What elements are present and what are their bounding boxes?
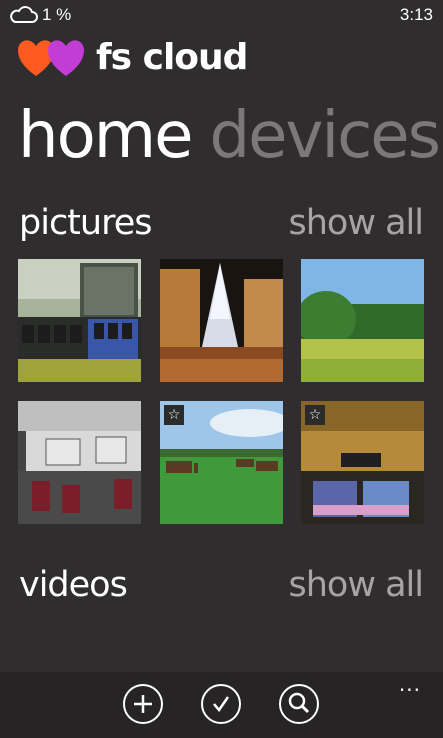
select-button[interactable] [201,684,241,724]
favorite-star-icon: ☆ [305,405,325,425]
pictures-show-all-link[interactable]: show all [289,203,424,243]
favorite-star-icon: ☆ [164,405,184,425]
picture-tile-computer-lab[interactable] [18,401,141,524]
add-button[interactable] [123,684,163,724]
pivot-item-home[interactable]: home [18,99,193,173]
search-button[interactable] [279,684,319,724]
status-bar: 1 % 3:13 [0,0,443,30]
picture-tile-on-air-studio[interactable]: ☆ [301,401,424,524]
cloud-icon [10,6,38,23]
hearts-logo-icon [18,40,84,76]
picture-tile-horses[interactable]: ☆ [160,401,283,524]
pivot-item-devices[interactable]: devices [209,99,441,173]
add-icon [134,695,152,713]
search-icon [288,692,310,714]
picture-tile-christmas-tree[interactable] [160,259,283,382]
clock: 3:13 [399,5,433,24]
app-bar: ... [0,672,443,738]
pictures-heading: pictures [19,203,152,243]
app-title: fs cloud [96,37,248,78]
check-icon [213,696,230,713]
videos-heading: videos [19,565,128,605]
picture-tile-green-field[interactable] [301,259,424,382]
pivot-header: homedevicess [18,96,443,176]
battery-level: 1 % [42,5,72,24]
videos-show-all-link[interactable]: show all [289,565,424,605]
picture-tile-equipment-case[interactable] [18,259,141,382]
more-menu-button[interactable]: ... [399,672,421,696]
